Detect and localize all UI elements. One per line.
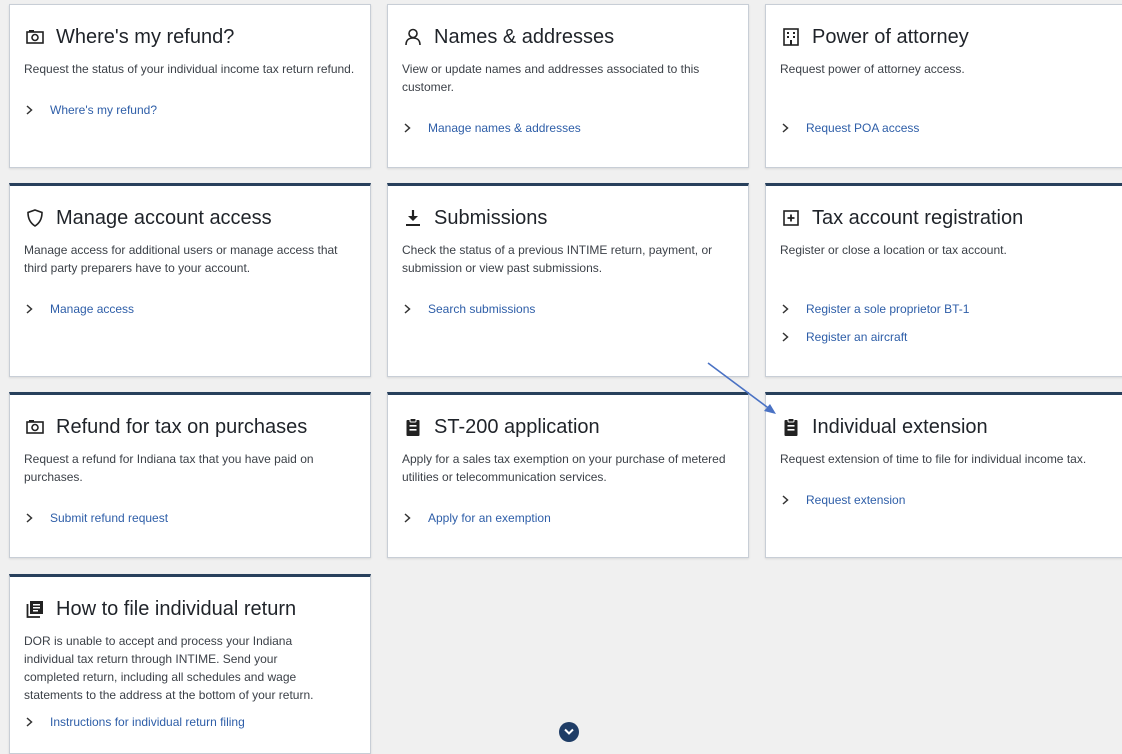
chevron-right-icon [26, 304, 40, 314]
card-title: Names & addresses [434, 25, 615, 48]
card-individual-extension: Individual extension Request extension o… [765, 392, 1122, 558]
camera-icon [24, 416, 46, 438]
card-title: Where's my refund? [56, 25, 235, 48]
chevron-right-icon [404, 304, 418, 314]
chevron-down-icon [564, 728, 574, 736]
link-request-extension[interactable]: Request extension [780, 486, 1112, 514]
card-description: Manage access for additional users or ma… [24, 243, 338, 275]
camera-icon [24, 26, 46, 48]
card-description: Request the status of your individual in… [24, 62, 355, 76]
card-wheres-my-refund: Where's my refund? Request the status of… [9, 4, 371, 168]
card-header: Tax account registration [780, 204, 1112, 232]
link-label: Request extension [806, 493, 906, 507]
link-label: Apply for an exemption [428, 511, 551, 525]
chevron-right-icon [26, 717, 40, 727]
card-header: ST-200 application [402, 413, 734, 441]
link-label: Instructions for individual return filin… [50, 715, 245, 729]
clipboard-icon [780, 416, 802, 438]
building-icon [780, 26, 802, 48]
card-description: Request a refund for Indiana tax that yo… [24, 452, 314, 484]
card-header: Submissions [402, 204, 734, 232]
card-title: Submissions [434, 206, 548, 229]
card-st200-application: ST-200 application Apply for a sales tax… [387, 392, 749, 558]
link-manage-access[interactable]: Manage access [24, 295, 356, 323]
chevron-right-icon [782, 123, 796, 133]
card-title: Manage account access [56, 206, 272, 229]
link-wheres-my-refund[interactable]: Where's my refund? [24, 96, 356, 124]
link-register-sole-proprietor[interactable]: Register a sole proprietor BT-1 [780, 295, 1112, 323]
person-icon [402, 26, 424, 48]
card-manage-account-access: Manage account access Manage access for … [9, 183, 371, 377]
link-label: Request POA access [806, 121, 920, 135]
download-icon [402, 207, 424, 229]
link-label: Register a sole proprietor BT-1 [806, 302, 970, 316]
link-label: Manage names & addresses [428, 121, 581, 135]
link-label: Register an aircraft [806, 330, 908, 344]
card-tax-account-registration: Tax account registration Register or clo… [765, 183, 1122, 377]
card-refund-tax-purchases: Refund for tax on purchases Request a re… [9, 392, 371, 558]
card-title: Tax account registration [812, 206, 1024, 229]
card-header: Refund for tax on purchases [24, 413, 356, 441]
card-description: Check the status of a previous INTIME re… [402, 243, 713, 275]
chevron-right-icon [782, 495, 796, 505]
card-title: How to file individual return [56, 597, 297, 620]
card-header: Individual extension [780, 413, 1112, 441]
document-list-icon [24, 598, 46, 620]
card-description: Apply for a sales tax exemption on your … [402, 452, 726, 484]
link-request-poa-access[interactable]: Request POA access [780, 114, 1112, 142]
chevron-right-icon [782, 304, 796, 314]
link-label: Where's my refund? [50, 103, 157, 117]
link-apply-exemption[interactable]: Apply for an exemption [402, 504, 734, 532]
link-search-submissions[interactable]: Search submissions [402, 295, 734, 323]
chevron-right-icon [782, 332, 796, 342]
card-header: Power of attorney [780, 23, 1112, 51]
card-header: Manage account access [24, 204, 356, 232]
link-label: Manage access [50, 302, 135, 316]
chevron-right-icon [26, 513, 40, 523]
link-register-aircraft[interactable]: Register an aircraft [780, 323, 1112, 351]
card-title: Individual extension [812, 415, 988, 438]
plus-box-icon [780, 207, 802, 229]
scroll-down-button[interactable] [559, 722, 579, 742]
clipboard-icon [402, 416, 424, 438]
card-title: ST-200 application [434, 415, 600, 438]
card-header: How to file individual return [24, 595, 356, 623]
card-header: Where's my refund? [24, 23, 356, 51]
card-description: Request power of attorney access. [780, 62, 965, 76]
card-power-of-attorney: Power of attorney Request power of attor… [765, 4, 1122, 168]
link-submit-refund-request[interactable]: Submit refund request [24, 504, 356, 532]
card-description: View or update names and addresses assoc… [402, 62, 700, 94]
card-names-addresses: Names & addresses View or update names a… [387, 4, 749, 168]
link-instructions-return-filing[interactable]: Instructions for individual return filin… [24, 708, 356, 736]
card-header: Names & addresses [402, 23, 734, 51]
chevron-right-icon [404, 123, 418, 133]
shield-icon [24, 207, 46, 229]
card-description: DOR is unable to accept and process your… [24, 634, 314, 702]
card-how-to-file-individual-return: How to file individual return DOR is una… [9, 574, 371, 754]
card-title: Power of attorney [812, 25, 969, 48]
card-submissions: Submissions Check the status of a previo… [387, 183, 749, 377]
chevron-right-icon [26, 105, 40, 115]
chevron-right-icon [404, 513, 418, 523]
link-label: Submit refund request [50, 511, 169, 525]
card-description: Register or close a location or tax acco… [780, 243, 1007, 257]
card-title: Refund for tax on purchases [56, 415, 308, 438]
link-label: Search submissions [428, 302, 536, 316]
card-description: Request extension of time to file for in… [780, 452, 1087, 466]
link-manage-names-addresses[interactable]: Manage names & addresses [402, 114, 734, 142]
